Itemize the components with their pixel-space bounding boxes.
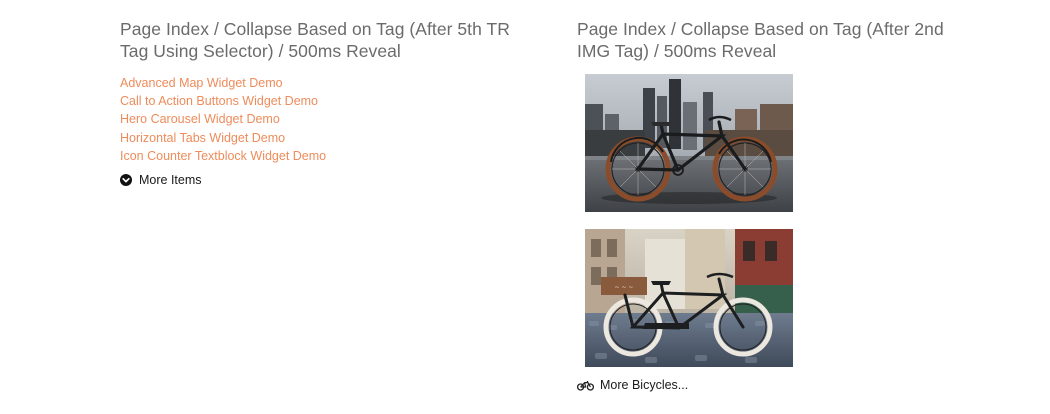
list-item: Advanced Map Widget Demo bbox=[120, 74, 540, 92]
left-section-heading: Page Index / Collapse Based on Tag (Afte… bbox=[120, 19, 510, 61]
page-link[interactable]: Advanced Map Widget Demo bbox=[120, 76, 283, 90]
chevron-circle-down-icon bbox=[120, 173, 132, 186]
left-section: Page Index / Collapse Based on Tag (Afte… bbox=[120, 18, 540, 191]
bicycle-cobblestone-photo: ~ ~ ~ bbox=[585, 229, 793, 367]
right-section-heading: Page Index / Collapse Based on Tag (Afte… bbox=[577, 19, 944, 61]
list-item: Horizontal Tabs Widget Demo bbox=[120, 129, 540, 147]
more-bicycles-toggle[interactable]: More Bicycles... bbox=[576, 378, 689, 392]
more-bicycles-label: More Bicycles... bbox=[600, 378, 689, 392]
more-items-label: More Items bbox=[139, 172, 202, 187]
bicycle-city-photo bbox=[585, 74, 793, 212]
more-items-toggle[interactable]: More Items bbox=[120, 173, 202, 187]
right-section: Page Index / Collapse Based on Tag (Afte… bbox=[576, 18, 977, 396]
svg-text:~ ~ ~: ~ ~ ~ bbox=[615, 284, 634, 291]
page-link[interactable]: Hero Carousel Widget Demo bbox=[120, 112, 280, 126]
page-index-list: Advanced Map Widget Demo Call to Action … bbox=[120, 74, 540, 165]
list-item: Icon Counter Textblock Widget Demo bbox=[120, 147, 540, 165]
page-link[interactable]: Icon Counter Textblock Widget Demo bbox=[120, 149, 326, 163]
page-link[interactable]: Call to Action Buttons Widget Demo bbox=[120, 94, 318, 108]
bicycle-icon bbox=[576, 380, 595, 391]
list-item: Hero Carousel Widget Demo bbox=[120, 110, 540, 128]
list-item: Call to Action Buttons Widget Demo bbox=[120, 92, 540, 110]
page-link[interactable]: Horizontal Tabs Widget Demo bbox=[120, 131, 285, 145]
